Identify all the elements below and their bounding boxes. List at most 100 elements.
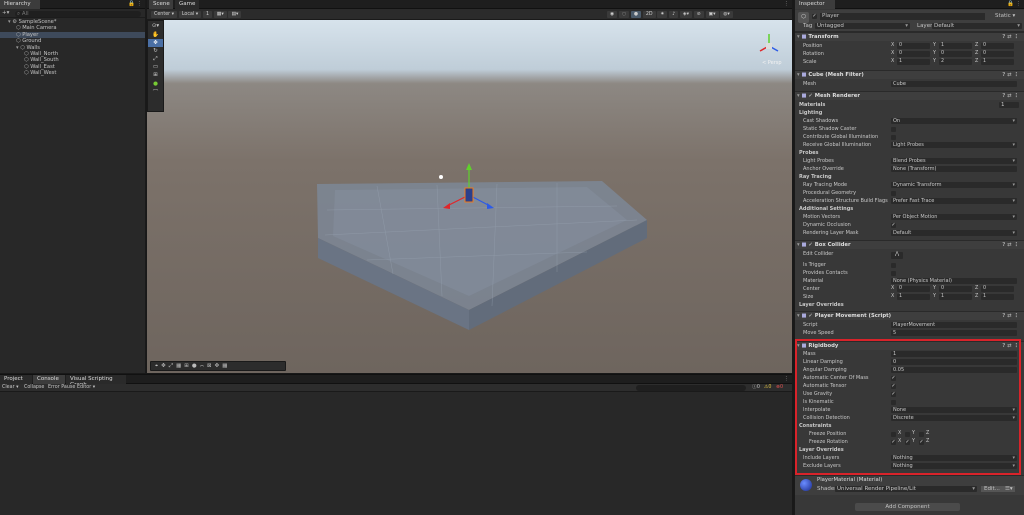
- mode-2d-button[interactable]: 2D: [642, 11, 656, 18]
- move-speed-field[interactable]: 5: [891, 330, 1017, 336]
- dyn-occ-checkbox[interactable]: ✓: [891, 222, 896, 228]
- component-menu-icons[interactable]: ?⇄⋮: [1002, 92, 1021, 101]
- view-tool-icon[interactable]: ⌒: [148, 89, 163, 97]
- foldout-arrow-icon[interactable]: ▾: [797, 34, 800, 40]
- pivot-dropdown[interactable]: Center ▾: [151, 11, 178, 18]
- receive-gi-dropdown[interactable]: Light Probes: [891, 142, 1017, 148]
- additional-foldout[interactable]: Additional Settings: [795, 205, 1024, 213]
- rt-mode-dropdown[interactable]: Dynamic Transform: [891, 182, 1017, 188]
- gizmos-dropdown[interactable]: ◍▾: [720, 11, 733, 18]
- add-object-icon[interactable]: +▾: [2, 10, 9, 16]
- edit-collider-button[interactable]: ⋀: [891, 251, 903, 259]
- position-row-y-field[interactable]: 1: [939, 43, 972, 49]
- hand-tool-icon[interactable]: ✋: [148, 31, 163, 39]
- overlay-toolbar[interactable]: ⌖✥⤢▦⊞●⌒⊠✥▦: [150, 361, 286, 371]
- lighting-toggle-button[interactable]: ✷: [657, 11, 668, 18]
- component-enabled-checkbox[interactable]: ✓: [808, 93, 812, 99]
- component-menu-icons[interactable]: ?⇄⋮: [1002, 71, 1021, 80]
- console-search-input[interactable]: [636, 385, 746, 391]
- inspector-menu-icon[interactable]: ⋮: [1016, 1, 1022, 7]
- is-trigger-checkbox[interactable]: [891, 262, 896, 268]
- object-name-field[interactable]: Player: [820, 13, 985, 20]
- hidden-objects-button[interactable]: ⊘: [693, 11, 704, 18]
- tab-console[interactable]: Console: [33, 375, 65, 384]
- kebab-menu-icon[interactable]: ⋮: [137, 1, 143, 7]
- contribute-gi-checkbox[interactable]: [891, 134, 896, 140]
- overlay-tool-icons[interactable]: ⌖✥⤢▦⊞●⌒⊠✥▦: [155, 363, 230, 369]
- orientation-gizmo[interactable]: [759, 34, 779, 52]
- foldout-arrow-icon[interactable]: ▾: [797, 93, 800, 99]
- shader-dropdown[interactable]: Universal Render Pipeline/Lit: [835, 486, 977, 492]
- position-row-z-field[interactable]: 0: [981, 43, 1014, 49]
- hierarchy-item[interactable]: ⬡ Wall_West: [0, 70, 145, 76]
- layer-dropdown[interactable]: Default: [932, 23, 1022, 29]
- warning-count-toggle[interactable]: ⚠0: [764, 384, 771, 392]
- transform-tool-icon[interactable]: ⊞: [148, 71, 163, 79]
- scale-tool-icon[interactable]: ⤢: [148, 55, 163, 63]
- static-toggle[interactable]: Static ▾: [995, 13, 1015, 20]
- editor-dropdown[interactable]: Editor ▾: [77, 384, 95, 392]
- tab-hierarchy[interactable]: Hierarchy: [0, 0, 40, 9]
- tab-project[interactable]: Project: [0, 375, 32, 384]
- render-mask-dropdown[interactable]: Default: [891, 230, 1017, 236]
- camera-settings-button[interactable]: ▣▾: [705, 11, 719, 18]
- foldout-arrow-icon[interactable]: ▾: [797, 72, 800, 78]
- audio-toggle-button[interactable]: ♪: [669, 11, 679, 18]
- player-movement-header[interactable]: ▾ ■ ✓ Player Movement (Script) ?⇄⋮: [795, 311, 1024, 320]
- rect-tool-icon[interactable]: ▭: [148, 63, 163, 71]
- position-row-x-field[interactable]: 0: [897, 43, 930, 49]
- error-pause-button[interactable]: Error Pause: [48, 384, 75, 392]
- tab-game[interactable]: Game: [175, 0, 199, 9]
- inspector-lock-icon[interactable]: 🔒: [1007, 1, 1014, 7]
- center-row-y-field[interactable]: 0: [939, 286, 972, 292]
- scene-menu-icon[interactable]: ⋮: [784, 1, 790, 7]
- active-checkbox[interactable]: ✓: [812, 14, 817, 19]
- tab-scene[interactable]: Scene: [149, 0, 173, 9]
- probes-foldout[interactable]: Probes: [795, 149, 1024, 157]
- static-shadow-checkbox[interactable]: [891, 126, 896, 132]
- collider-material-field[interactable]: None (Physics Material): [891, 278, 1017, 284]
- log-count-toggle[interactable]: ⓘ0: [752, 384, 760, 392]
- box-collider-header[interactable]: ▾ ■ ✓ Box Collider ?⇄⋮: [795, 240, 1024, 249]
- mesh-filter-header[interactable]: ▾ ■ Cube (Mesh Filter) ?⇄⋮: [795, 70, 1024, 79]
- persp-label[interactable]: < Persp: [762, 60, 782, 66]
- grid-snap-field[interactable]: 1: [202, 11, 213, 18]
- scene-viewport[interactable]: < Persp ⊙▾ ✋ ✥ ↻ ⤢ ▭ ⊞ ● ⌒ ⌖✥⤢▦⊞●⌒⊠✥▦: [147, 20, 792, 373]
- draw-mode-button[interactable]: ◉: [607, 11, 618, 18]
- cast-shadows-dropdown[interactable]: On: [891, 118, 1017, 124]
- materials-foldout[interactable]: Materials: [795, 101, 1024, 109]
- provides-checkbox[interactable]: [891, 270, 896, 276]
- component-enabled-checkbox[interactable]: ✓: [808, 242, 812, 248]
- scale-row-y-field[interactable]: 2: [939, 59, 972, 65]
- shading-wire-button[interactable]: ◌: [618, 11, 630, 18]
- lighting-foldout[interactable]: Lighting: [795, 109, 1024, 117]
- size-row-x-field[interactable]: 1: [897, 294, 930, 300]
- ray-tracing-foldout[interactable]: Ray Tracing: [795, 173, 1024, 181]
- tag-dropdown[interactable]: Untagged: [815, 23, 910, 29]
- scale-row-z-field[interactable]: 1: [981, 59, 1014, 65]
- lock-icon[interactable]: 🔒: [128, 1, 135, 7]
- component-menu-icons[interactable]: ?⇄⋮: [1002, 312, 1021, 321]
- accel-dropdown[interactable]: Prefer Fast Trace: [891, 198, 1017, 204]
- tab-visual-scripting[interactable]: Visual Scripting Graph: [66, 375, 126, 388]
- move-tool-icon[interactable]: ✥: [148, 39, 163, 47]
- shader-options-button[interactable]: ☰▾: [1003, 486, 1015, 492]
- rotation-row-x-field[interactable]: 0: [897, 51, 930, 57]
- space-dropdown[interactable]: Local ▾: [178, 11, 202, 18]
- rotate-tool-icon[interactable]: ↻: [148, 47, 163, 55]
- console-menu-icon[interactable]: ⋮: [784, 376, 790, 382]
- orientation-toggle-icon[interactable]: ⊙▾: [148, 21, 163, 31]
- rotation-row-y-field[interactable]: 0: [939, 51, 972, 57]
- error-count-toggle[interactable]: ⊗0: [776, 384, 783, 392]
- add-component-button[interactable]: Add Component: [855, 503, 960, 511]
- size-row-y-field[interactable]: 1: [939, 294, 972, 300]
- foldout-arrow-icon[interactable]: ▾: [797, 242, 800, 248]
- center-row-x-field[interactable]: 0: [897, 286, 930, 292]
- script-field[interactable]: PlayerMovement: [891, 322, 1017, 328]
- clear-button[interactable]: Clear ▾: [2, 384, 18, 392]
- transform-header[interactable]: ▾ ■ Transform ?⇄⋮: [795, 32, 1024, 41]
- snap-button[interactable]: ▤▾: [228, 11, 242, 18]
- shader-edit-button[interactable]: Edit...: [981, 486, 1003, 492]
- effects-dropdown[interactable]: ◈▾: [679, 11, 693, 18]
- size-row-z-field[interactable]: 1: [981, 294, 1014, 300]
